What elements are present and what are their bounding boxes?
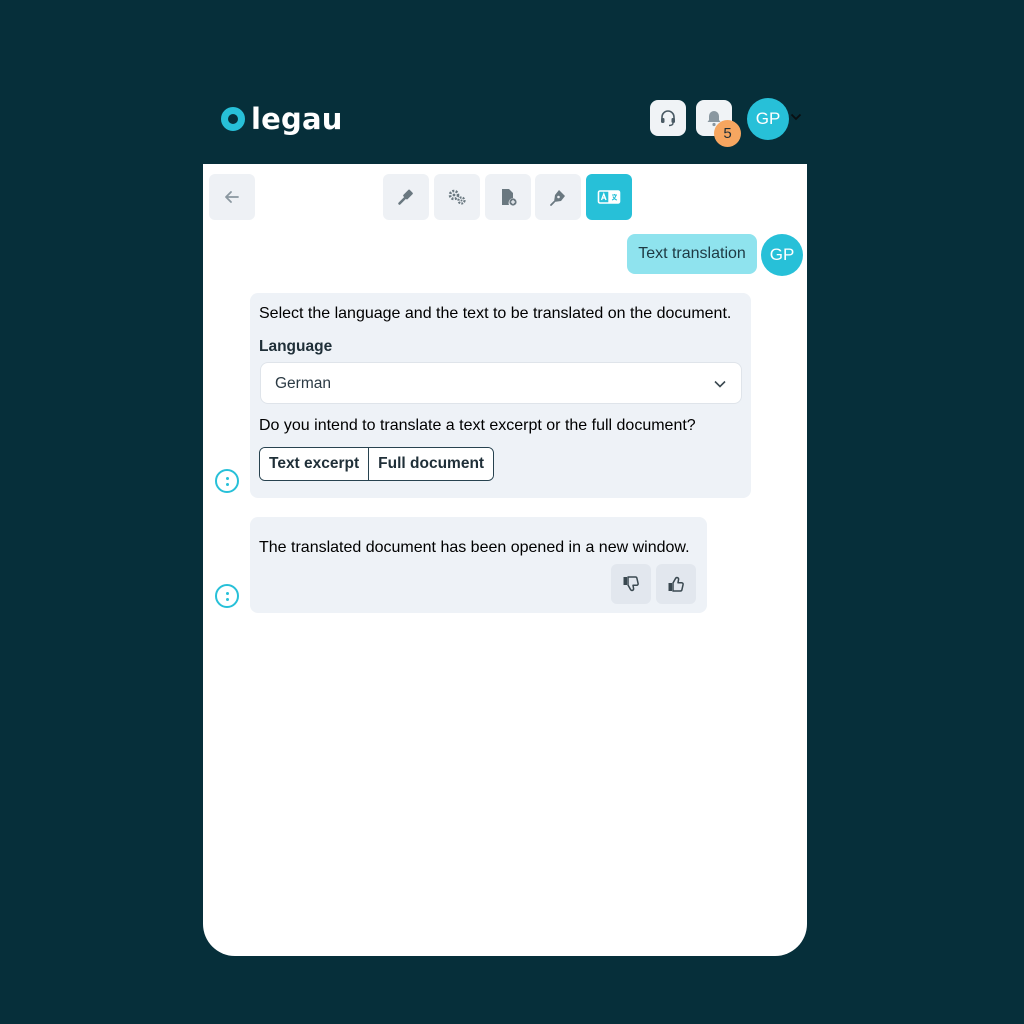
- pen-nib-icon: [550, 190, 565, 206]
- language-select[interactable]: German: [260, 362, 742, 404]
- bot-message-text: The translated document has been opened …: [259, 539, 690, 556]
- tool-translate-button[interactable]: [586, 174, 632, 220]
- thumbs-up-icon: [668, 576, 684, 592]
- user-avatar[interactable]: GP: [747, 98, 789, 140]
- text-excerpt-button[interactable]: Text excerpt: [260, 448, 369, 480]
- chevron-down-icon[interactable]: [790, 112, 802, 122]
- document-add-icon: [502, 189, 517, 206]
- bot-message-intro: Select the language and the text to be t…: [259, 305, 732, 322]
- gears-icon: [448, 189, 466, 205]
- chat-panel: Text translation GP Select the language …: [203, 164, 807, 956]
- translate-icon: [597, 190, 621, 204]
- gavel-icon: [398, 189, 413, 205]
- translation-scope-options: Text excerpt Full document: [259, 447, 495, 481]
- language-select-value: German: [275, 375, 331, 392]
- thumbs-up-button[interactable]: [656, 564, 696, 604]
- bot-avatar-icon: [215, 584, 239, 608]
- bot-avatar-icon: [215, 469, 239, 493]
- header-actions: 5 GP: [650, 98, 810, 147]
- support-button[interactable]: [650, 100, 686, 136]
- full-document-button[interactable]: Full document: [368, 448, 494, 480]
- language-label: Language: [259, 338, 333, 355]
- back-arrow-icon: [225, 191, 239, 203]
- notification-badge: 5: [714, 120, 741, 147]
- brand-logo[interactable]: legau: [221, 102, 343, 136]
- thumbs-down-button[interactable]: [611, 564, 651, 604]
- logo-mark-icon: [221, 107, 245, 131]
- chat-user-avatar: GP: [761, 234, 803, 276]
- chevron-down-icon: [714, 380, 726, 388]
- tool-settings-button[interactable]: [434, 174, 480, 220]
- tool-sign-button[interactable]: [535, 174, 581, 220]
- tool-add-document-button[interactable]: [485, 174, 531, 220]
- app-canvas: legau 5 GP Text translation GP Select th…: [0, 0, 1024, 1024]
- tool-legal-button[interactable]: [383, 174, 429, 220]
- user-message-bubble: Text translation: [627, 234, 757, 274]
- brand-name: legau: [251, 102, 343, 136]
- headset-icon: [661, 110, 675, 127]
- thumbs-down-icon: [623, 576, 639, 592]
- translation-scope-question: Do you intend to translate a text excerp…: [259, 417, 696, 434]
- back-button[interactable]: [209, 174, 255, 220]
